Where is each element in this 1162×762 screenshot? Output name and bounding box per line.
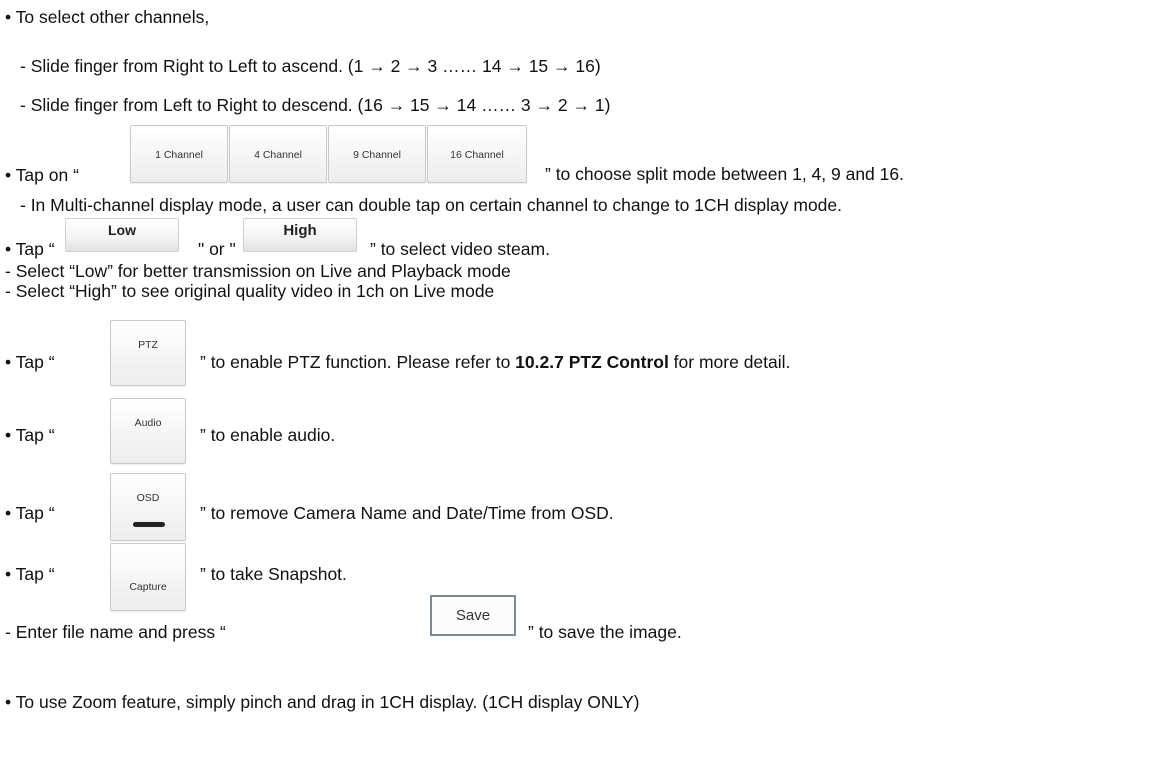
channel-1-button[interactable]: 1 Channel — [130, 125, 228, 183]
osd-button[interactable]: OSD — [110, 473, 186, 541]
low-stream-note: - Select “Low” for better transmission o… — [5, 261, 511, 281]
audio-button[interactable]: Audio — [110, 398, 186, 464]
multichannel-note: - In Multi-channel display mode, a user … — [20, 195, 843, 215]
ptz-bullet-end: ” to enable PTZ function. Please refer t… — [200, 352, 791, 372]
channel-4-button[interactable]: 4 Channel — [229, 125, 327, 183]
descend-instruction: - Slide finger from Left to Right to des… — [20, 95, 611, 115]
stream-bullet-start: • Tap “ — [5, 239, 55, 259]
osd-indicator-icon — [133, 522, 165, 527]
ascend-instruction: - Slide finger from Right to Left to asc… — [20, 56, 601, 76]
save-instruction-start: - Enter file name and press “ — [5, 622, 226, 642]
low-stream-button[interactable]: Low — [65, 218, 179, 252]
split-bullet-end: ” to choose split mode between 1, 4, 9 a… — [545, 164, 904, 184]
osd-bullet-start: • Tap “ — [5, 503, 55, 523]
intro-bullet: • To select other channels, — [5, 7, 210, 27]
channel-16-button[interactable]: 16 Channel — [427, 125, 527, 183]
stream-or: " or " — [198, 239, 236, 259]
high-stream-button[interactable]: High — [243, 218, 357, 252]
channel-9-button[interactable]: 9 Channel — [328, 125, 426, 183]
stream-bullet-end: ” to select video steam. — [370, 239, 550, 259]
save-instruction-end: ” to save the image. — [528, 622, 682, 642]
high-stream-note: - Select “High” to see original quality … — [5, 281, 495, 301]
audio-bullet-end: ” to enable audio. — [200, 425, 336, 445]
audio-bullet-start: • Tap “ — [5, 425, 55, 445]
zoom-bullet: • To use Zoom feature, simply pinch and … — [5, 692, 640, 712]
capture-bullet-end: ” to take Snapshot. — [200, 564, 347, 584]
capture-button[interactable]: Capture — [110, 543, 186, 611]
ptz-button[interactable]: PTZ — [110, 320, 186, 386]
osd-bullet-end: ” to remove Camera Name and Date/Time fr… — [200, 503, 614, 523]
ptz-reference: 10.2.7 PTZ Control — [515, 352, 669, 372]
ptz-bullet-start: • Tap “ — [5, 352, 55, 372]
save-button[interactable]: Save — [430, 595, 516, 636]
split-bullet-start: • Tap on “ — [5, 165, 79, 185]
capture-bullet-start: • Tap “ — [5, 564, 55, 584]
